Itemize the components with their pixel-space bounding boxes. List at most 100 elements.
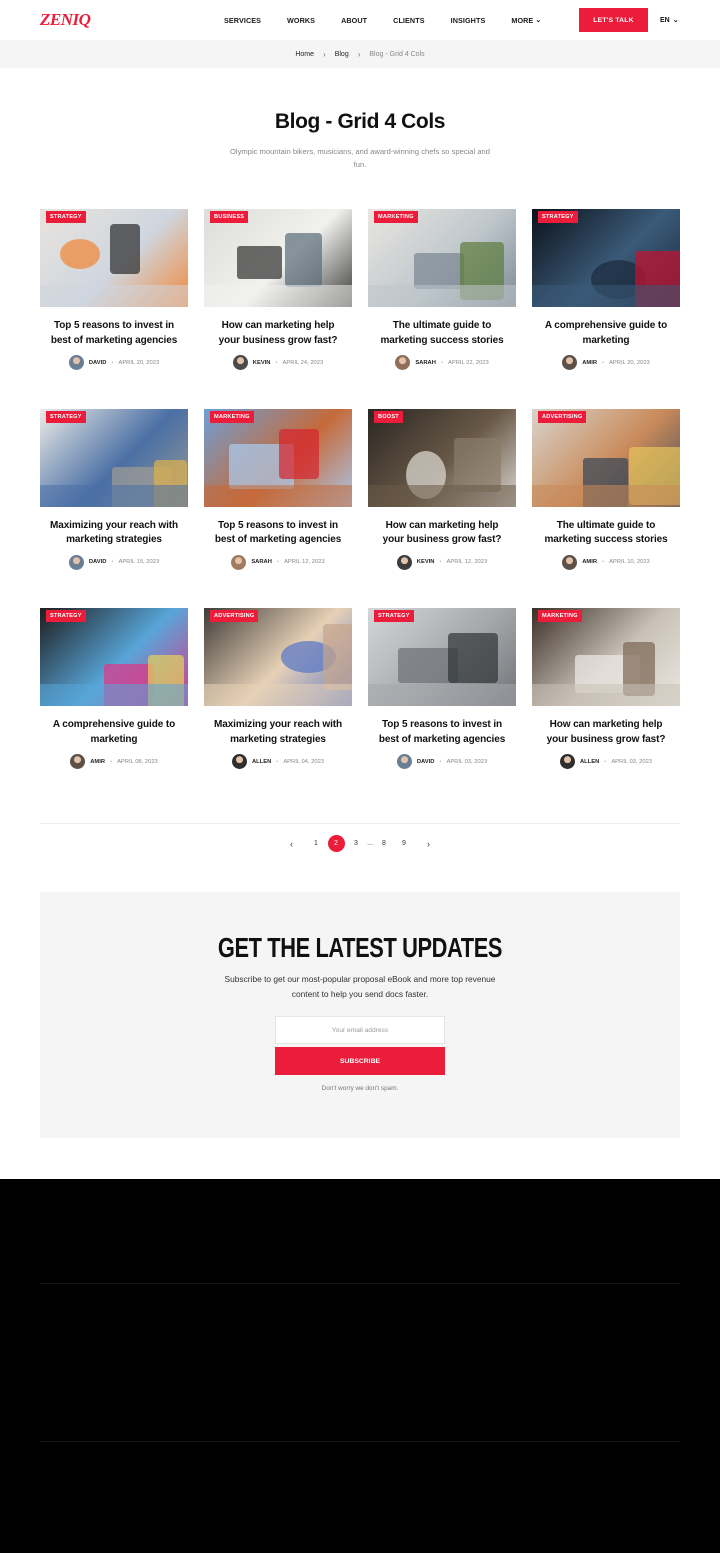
post-title[interactable]: Maximizing your reach with marketing str…: [204, 718, 352, 747]
chevron-down-icon: ⌄: [535, 17, 542, 24]
post-thumbnail[interactable]: STRATEGY: [368, 608, 516, 706]
chevron-right-icon: ›: [357, 49, 361, 59]
post-title[interactable]: A comprehensive guide to marketing: [532, 319, 680, 348]
post-meta: KEVIN • APRIL 24, 2023: [204, 355, 352, 370]
separator: •: [111, 359, 114, 366]
post-thumbnail[interactable]: BUSINESS: [204, 209, 352, 307]
blog-card[interactable]: MARKETING How can marketing help your bu…: [532, 608, 680, 808]
post-title[interactable]: How can marketing help your business gro…: [532, 718, 680, 747]
category-tag[interactable]: STRATEGY: [46, 610, 86, 622]
post-date: APRIL 15, 2023: [118, 559, 160, 565]
logo[interactable]: ZENIQ: [40, 10, 91, 30]
divider: [40, 1441, 680, 1442]
post-thumbnail[interactable]: ADVERTISING: [532, 408, 680, 507]
page-9[interactable]: 9: [396, 835, 413, 852]
post-author[interactable]: AMIR: [90, 759, 105, 765]
nav-services[interactable]: SERVICES: [224, 16, 261, 25]
post-title[interactable]: Top 5 reasons to invest in best of marke…: [40, 319, 188, 348]
category-tag[interactable]: ADVERTISING: [538, 410, 587, 423]
category-tag[interactable]: BUSINESS: [210, 211, 249, 223]
post-date: APRIL 03, 2023: [611, 758, 653, 765]
lets-talk-button[interactable]: LET'S TALK: [579, 8, 648, 32]
blog-card[interactable]: BUSINESS How can marketing help your bus…: [204, 209, 352, 409]
post-author[interactable]: AMIR: [582, 360, 597, 366]
category-tag[interactable]: MARKETING: [538, 610, 582, 622]
blog-card[interactable]: MARKETING The ultimate guide to marketin…: [368, 209, 516, 409]
post-author[interactable]: ALLEN: [252, 759, 271, 765]
nav-more[interactable]: MORE ⌄: [511, 16, 541, 25]
divider: [40, 823, 680, 824]
language-label: EN: [660, 16, 670, 24]
nav-label: MORE: [511, 15, 534, 25]
post-meta: DAVID • APRIL 15, 2023: [40, 554, 188, 570]
language-selector[interactable]: EN ⌄: [660, 0, 679, 40]
breadcrumb-blog[interactable]: Blog: [335, 51, 349, 58]
category-tag[interactable]: MARKETING: [374, 211, 418, 223]
separator: •: [602, 359, 605, 366]
newsletter-title: GET THE LATEST UPDATES: [217, 932, 503, 963]
blog-card[interactable]: ADVERTISING Maximizing your reach with m…: [204, 608, 352, 808]
post-thumbnail[interactable]: MARKETING: [204, 408, 352, 507]
page-2[interactable]: 2: [327, 835, 345, 852]
post-author[interactable]: ALLEN: [580, 759, 599, 765]
category-tag[interactable]: STRATEGY: [46, 211, 86, 223]
post-author[interactable]: AMIR: [582, 559, 597, 565]
nav-insights[interactable]: INSIGHTS: [451, 16, 486, 25]
nav-works[interactable]: WORKS: [287, 16, 315, 25]
post-date: APRIL 03, 2023: [446, 758, 488, 765]
post-thumbnail[interactable]: MARKETING: [368, 209, 516, 307]
category-tag[interactable]: STRATEGY: [374, 610, 414, 622]
post-author[interactable]: KEVIN: [253, 360, 271, 366]
post-title[interactable]: How can marketing help your business gro…: [368, 519, 516, 548]
post-thumbnail[interactable]: BOOST: [368, 408, 516, 507]
subscribe-button[interactable]: SUBSCRIBE: [275, 1047, 445, 1075]
category-tag[interactable]: BOOST: [374, 410, 403, 423]
pagination-ellipsis: ...: [367, 840, 373, 847]
category-tag[interactable]: MARKETING: [210, 410, 254, 423]
post-meta: DAVID • APRIL 03, 2023: [368, 754, 516, 769]
post-author[interactable]: KEVIN: [417, 559, 435, 565]
breadcrumb-home[interactable]: Home: [295, 51, 314, 58]
post-author[interactable]: DAVID: [89, 559, 107, 565]
blog-card[interactable]: BOOST How can marketing help your busine…: [368, 408, 516, 609]
blog-card[interactable]: STRATEGY Top 5 reasons to invest in best…: [368, 608, 516, 808]
blog-card[interactable]: STRATEGY Maximizing your reach with mark…: [40, 408, 188, 609]
page-8[interactable]: 8: [376, 835, 393, 852]
post-thumbnail[interactable]: STRATEGY: [40, 209, 188, 307]
blog-card[interactable]: ADVERTISING The ultimate guide to market…: [532, 408, 680, 609]
blog-card[interactable]: STRATEGY A comprehensive guide to market…: [40, 608, 188, 808]
post-author[interactable]: DAVID: [89, 360, 107, 366]
post-author[interactable]: DAVID: [417, 759, 435, 765]
nav-clients[interactable]: CLIENTS: [393, 16, 424, 25]
post-title[interactable]: Top 5 reasons to invest in best of marke…: [368, 718, 516, 747]
avatar: [395, 355, 411, 370]
chevron-left-icon[interactable]: ‹: [283, 835, 300, 852]
chevron-right-icon[interactable]: ›: [420, 835, 437, 852]
category-tag[interactable]: STRATEGY: [538, 211, 578, 223]
post-title[interactable]: Maximizing your reach with marketing str…: [40, 519, 188, 548]
category-tag[interactable]: STRATEGY: [46, 410, 86, 423]
post-thumbnail[interactable]: ADVERTISING: [204, 608, 352, 706]
post-title[interactable]: How can marketing help your business gro…: [204, 319, 352, 348]
blog-card[interactable]: STRATEGY A comprehensive guide to market…: [532, 209, 680, 409]
email-input[interactable]: Your email address: [275, 1016, 445, 1044]
page-3[interactable]: 3: [348, 835, 365, 852]
post-title[interactable]: A comprehensive guide to marketing: [40, 718, 188, 747]
post-author[interactable]: SARAH: [251, 559, 272, 565]
post-meta: AMIR • APRIL 08, 2023: [40, 754, 188, 769]
post-title[interactable]: The ultimate guide to marketing success …: [532, 519, 680, 548]
page-1[interactable]: 1: [308, 835, 325, 852]
blog-card[interactable]: STRATEGY Top 5 reasons to invest in best…: [40, 209, 188, 409]
nav-label: SERVICES: [224, 15, 262, 25]
avatar: [68, 554, 84, 570]
post-thumbnail[interactable]: STRATEGY: [40, 408, 188, 507]
nav-about[interactable]: ABOUT: [341, 16, 367, 25]
post-author[interactable]: SARAH: [415, 360, 436, 366]
post-title[interactable]: The ultimate guide to marketing success …: [368, 319, 516, 348]
category-tag[interactable]: ADVERTISING: [210, 610, 259, 622]
post-title[interactable]: Top 5 reasons to invest in best of marke…: [204, 519, 352, 548]
post-thumbnail[interactable]: STRATEGY: [40, 608, 188, 706]
post-thumbnail[interactable]: MARKETING: [532, 608, 680, 706]
blog-card[interactable]: MARKETING Top 5 reasons to invest in bes…: [204, 408, 352, 609]
post-thumbnail[interactable]: STRATEGY: [532, 209, 680, 307]
